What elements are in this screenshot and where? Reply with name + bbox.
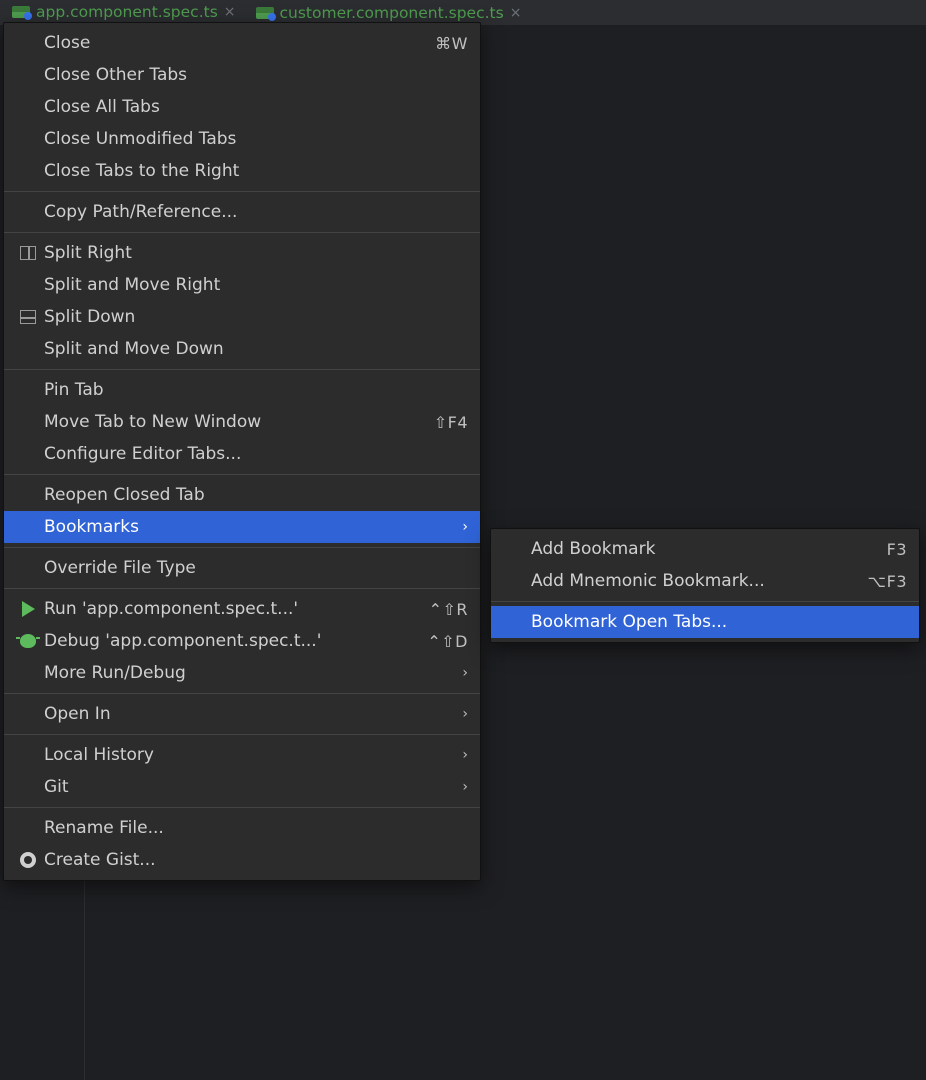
menu-separator: [4, 232, 480, 233]
menu-item-pin[interactable]: Pin Tab: [4, 374, 480, 406]
bug-icon: [12, 634, 44, 648]
menu-separator: [4, 734, 480, 735]
menu-item-bookmarks[interactable]: Bookmarks›: [4, 511, 480, 543]
menu-item-split-down[interactable]: Split Down: [4, 301, 480, 333]
submenu-item-add-mnemonic[interactable]: Add Mnemonic Bookmark...⌥F3: [491, 565, 919, 597]
submenu-item-bookmark-open-tabs[interactable]: Bookmark Open Tabs...: [491, 606, 919, 638]
split-right-icon: [20, 246, 36, 260]
menu-item-move-new-window[interactable]: Move Tab to New Window⇧F4: [4, 406, 480, 438]
menu-item-label: Local History: [44, 745, 462, 765]
menu-item-shortcut: ⌥F3: [868, 572, 907, 591]
chevron-right-icon: ›: [462, 519, 468, 535]
menu-item-label: Bookmark Open Tabs...: [531, 612, 907, 632]
split-down-icon: [12, 310, 44, 324]
bookmarks-submenu[interactable]: Add BookmarkF3Add Mnemonic Bookmark...⌥F…: [490, 528, 920, 643]
tab-label: customer.component.spec.ts: [280, 4, 504, 22]
menu-item-split-move-down[interactable]: Split and Move Down: [4, 333, 480, 365]
menu-item-label: Reopen Closed Tab: [44, 485, 468, 505]
menu-item-configure-tabs[interactable]: Configure Editor Tabs...: [4, 438, 480, 470]
file-icon: [12, 6, 30, 18]
menu-separator: [4, 191, 480, 192]
menu-separator: [4, 474, 480, 475]
menu-item-label: Close All Tabs: [44, 97, 468, 117]
run-icon: [12, 601, 44, 617]
menu-separator: [4, 693, 480, 694]
chevron-right-icon: ›: [462, 706, 468, 722]
menu-item-label: Move Tab to New Window: [44, 412, 434, 432]
file-icon: [256, 7, 274, 19]
menu-item-label: Configure Editor Tabs...: [44, 444, 468, 464]
menu-item-label: Close Unmodified Tabs: [44, 129, 468, 149]
menu-item-label: Bookmarks: [44, 517, 462, 537]
menu-item-create-gist[interactable]: Create Gist...: [4, 844, 480, 876]
menu-item-label: Split and Move Down: [44, 339, 468, 359]
menu-item-label: More Run/Debug: [44, 663, 462, 683]
menu-separator: [491, 601, 919, 602]
menu-item-local-history[interactable]: Local History›: [4, 739, 480, 771]
menu-item-split-right[interactable]: Split Right: [4, 237, 480, 269]
menu-item-label: Add Mnemonic Bookmark...: [531, 571, 868, 591]
menu-item-rename[interactable]: Rename File...: [4, 812, 480, 844]
menu-item-label: Add Bookmark: [531, 539, 887, 559]
menu-item-label: Open In: [44, 704, 462, 724]
menu-item-label: Close Tabs to the Right: [44, 161, 468, 181]
close-icon[interactable]: ×: [510, 6, 522, 20]
menu-item-git[interactable]: Git›: [4, 771, 480, 803]
menu-item-label: Create Gist...: [44, 850, 468, 870]
menu-item-label: Debug 'app.component.spec.t...': [44, 631, 427, 651]
menu-item-split-move-right[interactable]: Split and Move Right: [4, 269, 480, 301]
split-down-icon: [20, 310, 36, 324]
menu-item-label: Override File Type: [44, 558, 468, 578]
menu-item-shortcut: F3: [887, 540, 907, 559]
menu-item-label: Copy Path/Reference...: [44, 202, 468, 222]
menu-item-label: Split Down: [44, 307, 468, 327]
split-right-icon: [12, 246, 44, 260]
menu-item-open-in[interactable]: Open In›: [4, 698, 480, 730]
menu-item-close-all[interactable]: Close All Tabs: [4, 91, 480, 123]
menu-item-label: Split and Move Right: [44, 275, 468, 295]
menu-item-more-run[interactable]: More Run/Debug›: [4, 657, 480, 689]
chevron-right-icon: ›: [462, 665, 468, 681]
menu-item-shortcut: ⌃⇧R: [429, 600, 468, 619]
menu-item-shortcut: ⇧F4: [434, 413, 468, 432]
gh-icon: [20, 852, 36, 868]
menu-separator: [4, 547, 480, 548]
menu-item-run[interactable]: Run 'app.component.spec.t...'⌃⇧R: [4, 593, 480, 625]
gh-icon: [12, 852, 44, 868]
tab-context-menu[interactable]: Close⌘W Close Other Tabs Close All Tabs Clo…: [3, 22, 481, 881]
menu-item-label: Close: [44, 33, 435, 53]
tab-label: app.component.spec.ts: [36, 3, 218, 21]
menu-separator: [4, 588, 480, 589]
menu-item-copy-path[interactable]: Copy Path/Reference...: [4, 196, 480, 228]
menu-item-close-right[interactable]: Close Tabs to the Right: [4, 155, 480, 187]
menu-item-reopen[interactable]: Reopen Closed Tab: [4, 479, 480, 511]
menu-item-shortcut: ⌃⇧D: [427, 632, 468, 651]
chevron-right-icon: ›: [462, 779, 468, 795]
menu-separator: [4, 807, 480, 808]
menu-item-label: Pin Tab: [44, 380, 468, 400]
menu-item-close-other[interactable]: Close Other Tabs: [4, 59, 480, 91]
menu-item-label: Git: [44, 777, 462, 797]
run-icon: [22, 601, 35, 617]
chevron-right-icon: ›: [462, 747, 468, 763]
menu-separator: [4, 369, 480, 370]
close-icon[interactable]: ×: [224, 5, 236, 19]
menu-item-label: Run 'app.component.spec.t...': [44, 599, 429, 619]
menu-item-label: Close Other Tabs: [44, 65, 468, 85]
menu-item-close[interactable]: Close⌘W: [4, 27, 480, 59]
menu-item-override-file-type[interactable]: Override File Type: [4, 552, 480, 584]
bug-icon: [20, 634, 36, 648]
submenu-item-add-bookmark[interactable]: Add BookmarkF3: [491, 533, 919, 565]
menu-item-close-unmodified[interactable]: Close Unmodified Tabs: [4, 123, 480, 155]
menu-item-label: Split Right: [44, 243, 468, 263]
menu-item-label: Rename File...: [44, 818, 468, 838]
menu-item-shortcut: ⌘W: [435, 34, 468, 53]
menu-item-debug[interactable]: Debug 'app.component.spec.t...'⌃⇧D: [4, 625, 480, 657]
